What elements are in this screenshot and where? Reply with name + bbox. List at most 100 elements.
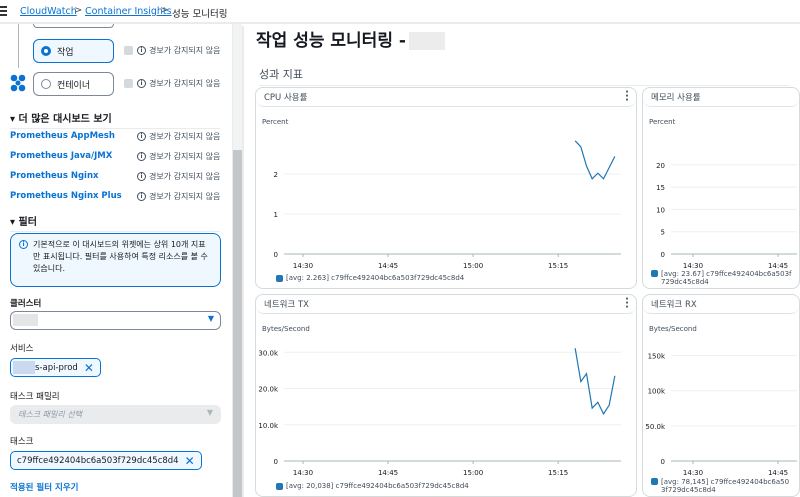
chevron-right-icon: > bbox=[160, 5, 169, 16]
y-tick-label: 20.0k bbox=[258, 386, 279, 394]
caret-down-icon: ▼ bbox=[206, 408, 213, 417]
filter-header[interactable]: ▾ 필터 bbox=[10, 213, 220, 232]
y-tick-label: 0 bbox=[274, 251, 278, 259]
page-title: 작업 성능 모니터링 - bbox=[256, 26, 445, 51]
chart-plot: 0 5 10 15 20 14:30 14:45 bbox=[656, 162, 797, 270]
chart-card: 네트워크 RX Bytes/Second 0 50.0k 100k 150k 14:30 14… bbox=[642, 294, 800, 497]
service-token[interactable]: s-api-prod ✕ bbox=[10, 358, 101, 377]
breadcrumb-cloudwatch[interactable]: CloudWatch bbox=[20, 6, 77, 17]
y-tick-label: 30.0k bbox=[258, 349, 279, 357]
alarm-text: 경보가 감지되지 않음 bbox=[149, 132, 221, 141]
alarm-status: i 경보가 감지되지 않음 bbox=[137, 151, 220, 162]
redacted-value bbox=[408, 32, 445, 50]
x-tick-label: 14:45 bbox=[768, 262, 788, 270]
close-icon[interactable]: ✕ bbox=[84, 361, 94, 375]
redacted-value bbox=[13, 314, 38, 326]
legend-swatch bbox=[651, 478, 658, 485]
chart-legend[interactable]: [avg: 23.67] c79ffce492404bc6a503f729dc4… bbox=[651, 270, 793, 286]
alarm-text: 경보가 감지되지 않음 bbox=[149, 46, 221, 55]
page-title-text: 작업 성능 모니터링 - bbox=[256, 31, 406, 51]
info-icon: i bbox=[137, 132, 146, 141]
alarm-text: 경보가 감지되지 않음 bbox=[149, 152, 221, 161]
breadcrumb-bar: CloudWatch > Container Insights > 성능 모니터… bbox=[0, 0, 800, 24]
cluster-select[interactable]: ▼ bbox=[10, 311, 221, 330]
chart-legend[interactable]: [avg: 78,145] c79ffce492404bc6a503f729dc… bbox=[651, 478, 793, 494]
y-tick-label: 20 bbox=[656, 162, 665, 170]
y-tick-label: 2 bbox=[274, 171, 278, 179]
alarm-status: i 경보가 감지되지 않음 bbox=[137, 171, 220, 182]
info-icon: i bbox=[137, 79, 146, 88]
link-prometheus-appmesh[interactable]: Prometheus AppMesh bbox=[10, 131, 115, 141]
x-tick-label: 14:45 bbox=[378, 262, 398, 270]
x-tick-label: 15:15 bbox=[548, 469, 568, 477]
x-tick-label: 15:15 bbox=[548, 262, 568, 270]
x-tick-label: 14:45 bbox=[768, 469, 788, 477]
legend-swatch bbox=[276, 482, 283, 490]
x-tick-label: 14:30 bbox=[293, 469, 313, 477]
more-dashboards-header[interactable]: ▾ 더 많은 대시보드 보기 bbox=[10, 110, 220, 129]
section-title: 더 많은 대시보드 보기 bbox=[18, 114, 112, 125]
radio-task[interactable]: 작업 bbox=[33, 39, 114, 63]
section-title: 성과 지표 bbox=[259, 66, 789, 86]
breadcrumb-container-insights[interactable]: Container Insights bbox=[85, 6, 172, 17]
series-line bbox=[574, 140, 616, 180]
alarm-status: i 경보가 감지되지 않음 bbox=[137, 191, 220, 202]
info-icon: i bbox=[19, 240, 28, 249]
checkbox[interactable] bbox=[124, 79, 133, 88]
info-icon: i bbox=[137, 46, 146, 55]
chart-card: CPU 사용률 · · · Percent 0 1 2 14:30 14:45 15:00 15:15… bbox=[255, 87, 637, 289]
tree-line bbox=[18, 24, 19, 68]
close-icon[interactable]: ✕ bbox=[185, 454, 195, 468]
y-tick-label: 50.0k bbox=[645, 423, 666, 431]
scrollbar-thumb[interactable] bbox=[233, 150, 242, 497]
alarm-text: 경보가 감지되지 않음 bbox=[149, 79, 221, 88]
x-tick-label: 14:30 bbox=[683, 262, 703, 270]
radio-label: 컨테이너 bbox=[57, 80, 91, 91]
left-panel: 작업 i 경보가 감지되지 않음 컨테이너 i 경보가 감지되지 않음 ▾ 더 많은… bbox=[0, 24, 232, 497]
chart-card: 메모리 사용률 Percent 0 5 10 15 20 14:30 14:45 [avg: 23… bbox=[642, 87, 800, 289]
task-family-label: 태스크 패밀리 bbox=[10, 392, 60, 402]
chart-legend[interactable]: [avg: 2.263] c79ffce492404bc6a503f729dc4… bbox=[276, 274, 464, 282]
info-icon: i bbox=[137, 172, 146, 181]
radio-box-partial bbox=[33, 24, 114, 28]
legend-label: [avg: 78,145] c79ffce492404bc6a503f729dc… bbox=[661, 478, 790, 494]
y-tick-label: 15 bbox=[656, 184, 665, 192]
menu-icon[interactable] bbox=[0, 6, 7, 16]
task-label: 태스크 bbox=[10, 437, 34, 447]
y-tick-label: 0 bbox=[661, 251, 665, 259]
chart-plot: 0 50.0k 100k 150k 14:30 14:45 bbox=[645, 353, 797, 477]
y-tick-label: 5 bbox=[661, 229, 665, 237]
link-prometheus-java-jmx[interactable]: Prometheus Java/JMX bbox=[10, 151, 112, 161]
x-tick-label: 15:00 bbox=[463, 469, 483, 477]
y-tick-label: 10.0k bbox=[258, 422, 279, 430]
clear-filters-link[interactable]: 적용된 필터 지우기 bbox=[10, 481, 78, 493]
series-line bbox=[574, 348, 616, 416]
caret-down-icon: ▼ bbox=[207, 314, 214, 323]
alarm-status: i 경보가 감지되지 않음 bbox=[137, 45, 220, 56]
radio-container[interactable]: 컨테이너 bbox=[33, 72, 114, 96]
chevron-right-icon: > bbox=[74, 5, 83, 16]
checkbox[interactable] bbox=[124, 46, 133, 55]
radio-icon bbox=[41, 79, 51, 89]
radio-icon bbox=[41, 46, 51, 56]
y-tick-label: 10 bbox=[656, 206, 665, 214]
info-icon: i bbox=[137, 192, 146, 201]
x-tick-label: 14:30 bbox=[683, 469, 703, 477]
chart-plot: 0 10.0k 20.0k 30.0k 14:30 14:45 15:00 15:15 bbox=[258, 348, 621, 477]
link-prometheus-nginx-plus[interactable]: Prometheus Nginx Plus bbox=[10, 191, 122, 201]
x-tick-label: 15:00 bbox=[463, 262, 483, 270]
y-tick-label: 0 bbox=[661, 458, 665, 466]
y-tick-label: 100k bbox=[648, 388, 666, 396]
token-label: s-api-prod bbox=[35, 362, 78, 373]
x-tick-label: 14:45 bbox=[378, 469, 398, 477]
task-token[interactable]: c79ffce492404bc6a503f729dc45c8d4 ✕ bbox=[10, 451, 202, 470]
legend-label: [avg: 23.67] c79ffce492404bc6a503f729dc4… bbox=[661, 270, 792, 286]
link-prometheus-nginx[interactable]: Prometheus Nginx bbox=[10, 171, 98, 181]
x-tick-label: 14:30 bbox=[293, 262, 313, 270]
task-family-select[interactable]: 태스크 패밀리 선택 ▼ bbox=[10, 405, 221, 424]
info-icon: i bbox=[137, 152, 146, 161]
chart-legend[interactable]: [avg: 20,038] c79ffce492404bc6a503f729dc… bbox=[276, 482, 469, 490]
legend-label: [avg: 20,038] c79ffce492404bc6a503f729dc… bbox=[286, 482, 469, 490]
chart-card: 네트워크 TX · · · Bytes/Second 0 10.0k 20.0k 30.0k 14… bbox=[255, 294, 637, 497]
legend-label: [avg: 2.263] c79ffce492404bc6a503f729dc4… bbox=[286, 274, 465, 282]
